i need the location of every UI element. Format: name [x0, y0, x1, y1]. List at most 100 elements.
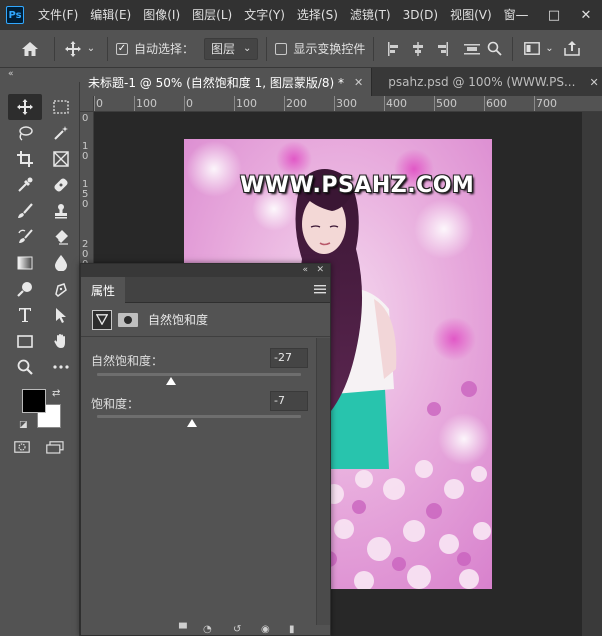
- options-bar: ⌄ ✓ 自动选择： 图层 ⌄ 显示变换控件 ⌄: [0, 30, 602, 68]
- zoom-tool-icon[interactable]: [8, 354, 42, 380]
- menu-item[interactable]: 图层(L): [186, 0, 238, 30]
- share-icon[interactable]: [561, 41, 583, 56]
- horizontal-ruler: 0 100 0 100 200 300 400 500 600 700: [94, 96, 602, 112]
- quick-mask-icon[interactable]: [14, 441, 30, 457]
- menu-item[interactable]: 编辑(E): [84, 0, 137, 30]
- close-icon[interactable]: ✕: [354, 76, 363, 89]
- move-tool-icon[interactable]: [63, 40, 83, 57]
- auto-select-label: 自动选择：: [134, 42, 195, 56]
- maximize-button[interactable]: □: [538, 0, 570, 30]
- auto-select-toggle[interactable]: ✓ 自动选择：: [116, 40, 194, 57]
- vibrance-slider-thumb[interactable]: [166, 377, 177, 385]
- marquee-tool-icon[interactable]: [44, 94, 78, 120]
- minimize-button[interactable]: —: [506, 0, 538, 30]
- align-right-icon[interactable]: [430, 41, 454, 56]
- clip-to-layer-icon[interactable]: ▀: [179, 625, 187, 635]
- gradient-tool-icon[interactable]: [8, 250, 42, 276]
- collapse-panel-icon[interactable]: «: [302, 264, 308, 277]
- ruler-tick: [384, 96, 385, 111]
- eraser-tool-icon[interactable]: [44, 224, 78, 250]
- ruler-tick: [184, 96, 185, 111]
- tab-properties[interactable]: 属性: [81, 277, 126, 303]
- separator: [54, 36, 55, 61]
- menu-item[interactable]: 选择(S): [291, 0, 344, 30]
- reset-icon[interactable]: ↺: [233, 625, 241, 635]
- ruler-label: 200: [286, 97, 307, 110]
- swap-colors-icon[interactable]: ⇄: [52, 388, 60, 399]
- history-brush-tool-icon[interactable]: [8, 224, 42, 250]
- lasso-tool-icon[interactable]: [8, 120, 42, 146]
- clone-stamp-tool-icon[interactable]: [44, 198, 78, 224]
- ruler-label: 0: [82, 199, 89, 210]
- brush-tool-icon[interactable]: [8, 198, 42, 224]
- rectangle-tool-icon[interactable]: [8, 328, 42, 354]
- menu-item[interactable]: 视图(V): [444, 0, 498, 30]
- panel-titlebar: « ✕: [81, 264, 330, 277]
- home-icon[interactable]: [14, 41, 46, 57]
- healing-brush-tool-icon[interactable]: [44, 172, 78, 198]
- ruler-label: 500: [436, 97, 457, 110]
- ruler-tick: [534, 96, 535, 111]
- separator: [512, 36, 514, 61]
- vibrance-label: 自然饱和度：: [91, 354, 164, 368]
- saturation-slider[interactable]: [97, 415, 301, 418]
- chevron-down-icon[interactable]: ⌄: [83, 43, 99, 54]
- show-transform-checkbox[interactable]: [275, 42, 288, 55]
- ruler-label: 600: [486, 97, 507, 110]
- view-previous-icon[interactable]: ◔: [203, 625, 212, 635]
- close-icon[interactable]: ✕: [589, 76, 598, 89]
- saturation-value-field[interactable]: -7: [270, 391, 308, 411]
- ruler-tick: [284, 96, 285, 111]
- pen-tool-icon[interactable]: [44, 276, 78, 302]
- frame-tool-icon[interactable]: [44, 146, 78, 172]
- dodge-tool-icon[interactable]: [8, 276, 42, 302]
- watermark-text: WWW.PSAHZ.COM: [240, 173, 475, 198]
- auto-select-dropdown[interactable]: 图层 ⌄: [204, 37, 259, 60]
- ruler-label: 0: [96, 97, 103, 110]
- align-center-icon[interactable]: [406, 41, 430, 56]
- hand-tool-icon[interactable]: [44, 328, 78, 354]
- blur-tool-icon[interactable]: [44, 250, 78, 276]
- panel-menu-icon[interactable]: [314, 283, 326, 297]
- distribute-icon[interactable]: [460, 42, 484, 56]
- crop-tool-icon[interactable]: [8, 146, 42, 172]
- toolbar-collapse-icon[interactable]: «: [0, 68, 80, 82]
- search-icon[interactable]: [484, 41, 504, 56]
- close-button[interactable]: ✕: [570, 0, 602, 30]
- align-left-icon[interactable]: [382, 41, 406, 56]
- close-icon[interactable]: ✕: [316, 264, 324, 277]
- chevron-down-icon: ⌄: [243, 43, 252, 54]
- panel-scrollbar[interactable]: [316, 338, 330, 635]
- menu-item[interactable]: 图像(I): [137, 0, 186, 30]
- magic-wand-tool-icon[interactable]: [44, 120, 78, 146]
- adjustment-header: 自然饱和度: [81, 303, 330, 337]
- visibility-icon[interactable]: ◉: [261, 625, 270, 635]
- chevron-down-icon[interactable]: ⌄: [543, 43, 555, 54]
- type-tool-icon[interactable]: [8, 302, 42, 328]
- layer-mask-icon[interactable]: [118, 312, 138, 327]
- foreground-color-swatch[interactable]: [22, 389, 46, 413]
- saturation-slider-thumb[interactable]: [186, 419, 197, 427]
- tab-untitled-1[interactable]: 未标题-1 @ 50% (自然饱和度 1, 图层蒙版/8) * ✕: [80, 68, 373, 96]
- auto-select-checkbox[interactable]: ✓: [116, 42, 128, 55]
- menu-item[interactable]: 3D(D): [397, 0, 444, 30]
- vibrance-adjustment-icon[interactable]: [92, 309, 112, 330]
- trash-icon[interactable]: ▮: [289, 625, 295, 635]
- window-controls: — □ ✕: [506, 0, 602, 30]
- more-tools-icon[interactable]: [44, 354, 78, 380]
- default-colors-icon[interactable]: ◪: [19, 420, 28, 430]
- screen-mode-icon[interactable]: [46, 441, 64, 458]
- workspace-icon[interactable]: [521, 42, 543, 55]
- menu-item[interactable]: 文件(F): [32, 0, 84, 30]
- photoshop-logo: Ps: [6, 6, 24, 24]
- tab-psahz[interactable]: psahz.psd @ 100% (WWW.PS... ✕: [372, 68, 602, 96]
- vibrance-slider[interactable]: [97, 373, 301, 376]
- path-selection-tool-icon[interactable]: [44, 302, 78, 328]
- vibrance-value-field[interactable]: -27: [270, 348, 308, 368]
- show-transform-toggle[interactable]: 显示变换控件: [275, 40, 365, 57]
- menu-item[interactable]: 文字(Y): [238, 0, 291, 30]
- menu-item[interactable]: 滤镜(T): [344, 0, 397, 30]
- eyedropper-tool-icon[interactable]: [8, 172, 42, 198]
- move-tool-icon[interactable]: [8, 94, 42, 120]
- ruler-label: 100: [236, 97, 257, 110]
